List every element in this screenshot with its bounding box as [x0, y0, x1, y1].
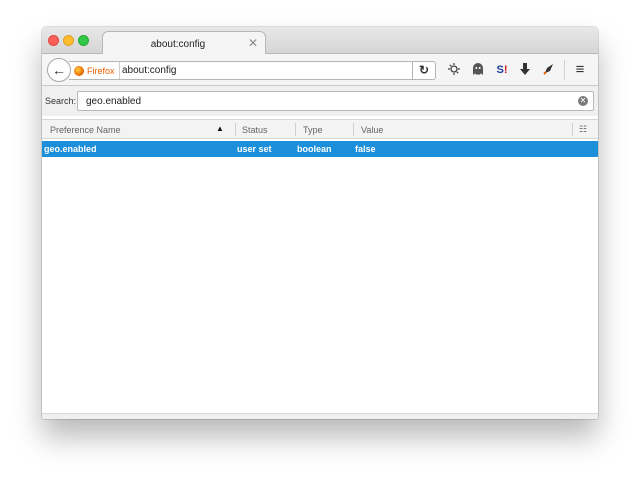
clear-search-icon[interactable]: ✕ [578, 96, 588, 106]
rocket-icon[interactable] [541, 62, 557, 78]
reload-button[interactable]: ↻ [412, 61, 436, 80]
column-separator [572, 123, 573, 136]
cell-type: boolean [297, 144, 332, 154]
window-bottom-edge [42, 413, 598, 419]
search-label: Search: [45, 96, 77, 106]
minimize-window-button[interactable] [63, 35, 74, 46]
url-bar[interactable]: Firefox about:config [69, 61, 435, 80]
navigation-toolbar: Firefox about:config ↻ ← S! ≡ [42, 54, 598, 86]
column-separator[interactable] [353, 123, 354, 136]
preferences-list: geo.enabled user set boolean false [42, 139, 598, 413]
cell-status: user set [237, 144, 272, 154]
column-header-preference-name[interactable]: Preference Name [50, 125, 121, 135]
site-identity[interactable]: Firefox [74, 62, 120, 79]
tab-about-config[interactable]: about:config ✕ [102, 31, 266, 55]
back-button[interactable]: ← [47, 58, 71, 82]
back-arrow-icon: ← [52, 62, 66, 78]
table-row[interactable]: geo.enabled user set boolean false [42, 141, 598, 157]
column-header-value[interactable]: Value [361, 125, 383, 135]
cell-preference-name: geo.enabled [44, 144, 97, 154]
maximize-window-button[interactable] [78, 35, 89, 46]
close-window-button[interactable] [48, 35, 59, 46]
hamburger-menu-icon[interactable]: ≡ [572, 62, 588, 78]
ghost-icon[interactable] [470, 62, 486, 78]
s-extension-icon[interactable]: S! [494, 62, 510, 78]
column-separator[interactable] [235, 123, 236, 136]
browser-window: about:config ✕ Firefox about:config ↻ ← … [42, 27, 598, 419]
cell-value: false [355, 144, 376, 154]
tab-strip: about:config ✕ [42, 27, 598, 55]
url-text[interactable]: about:config [122, 65, 177, 76]
search-input[interactable] [77, 91, 594, 111]
column-header-status[interactable]: Status [242, 125, 268, 135]
tab-title: about:config [150, 39, 206, 50]
column-separator[interactable] [295, 123, 296, 136]
sync-icon[interactable] [446, 62, 462, 78]
firefox-icon [74, 65, 84, 76]
column-header-type[interactable]: Type [303, 125, 323, 135]
column-picker-icon[interactable]: ☷ [579, 124, 587, 135]
toolbar-separator [564, 60, 565, 80]
tab-close-icon[interactable]: ✕ [248, 36, 258, 50]
table-header: Preference Name ▲ Status Type Value ☷ [42, 119, 598, 139]
search-row: Search: ✕ [42, 86, 598, 116]
identity-label: Firefox [87, 65, 115, 76]
sort-ascending-icon[interactable]: ▲ [216, 124, 224, 133]
download-icon[interactable] [517, 62, 533, 78]
